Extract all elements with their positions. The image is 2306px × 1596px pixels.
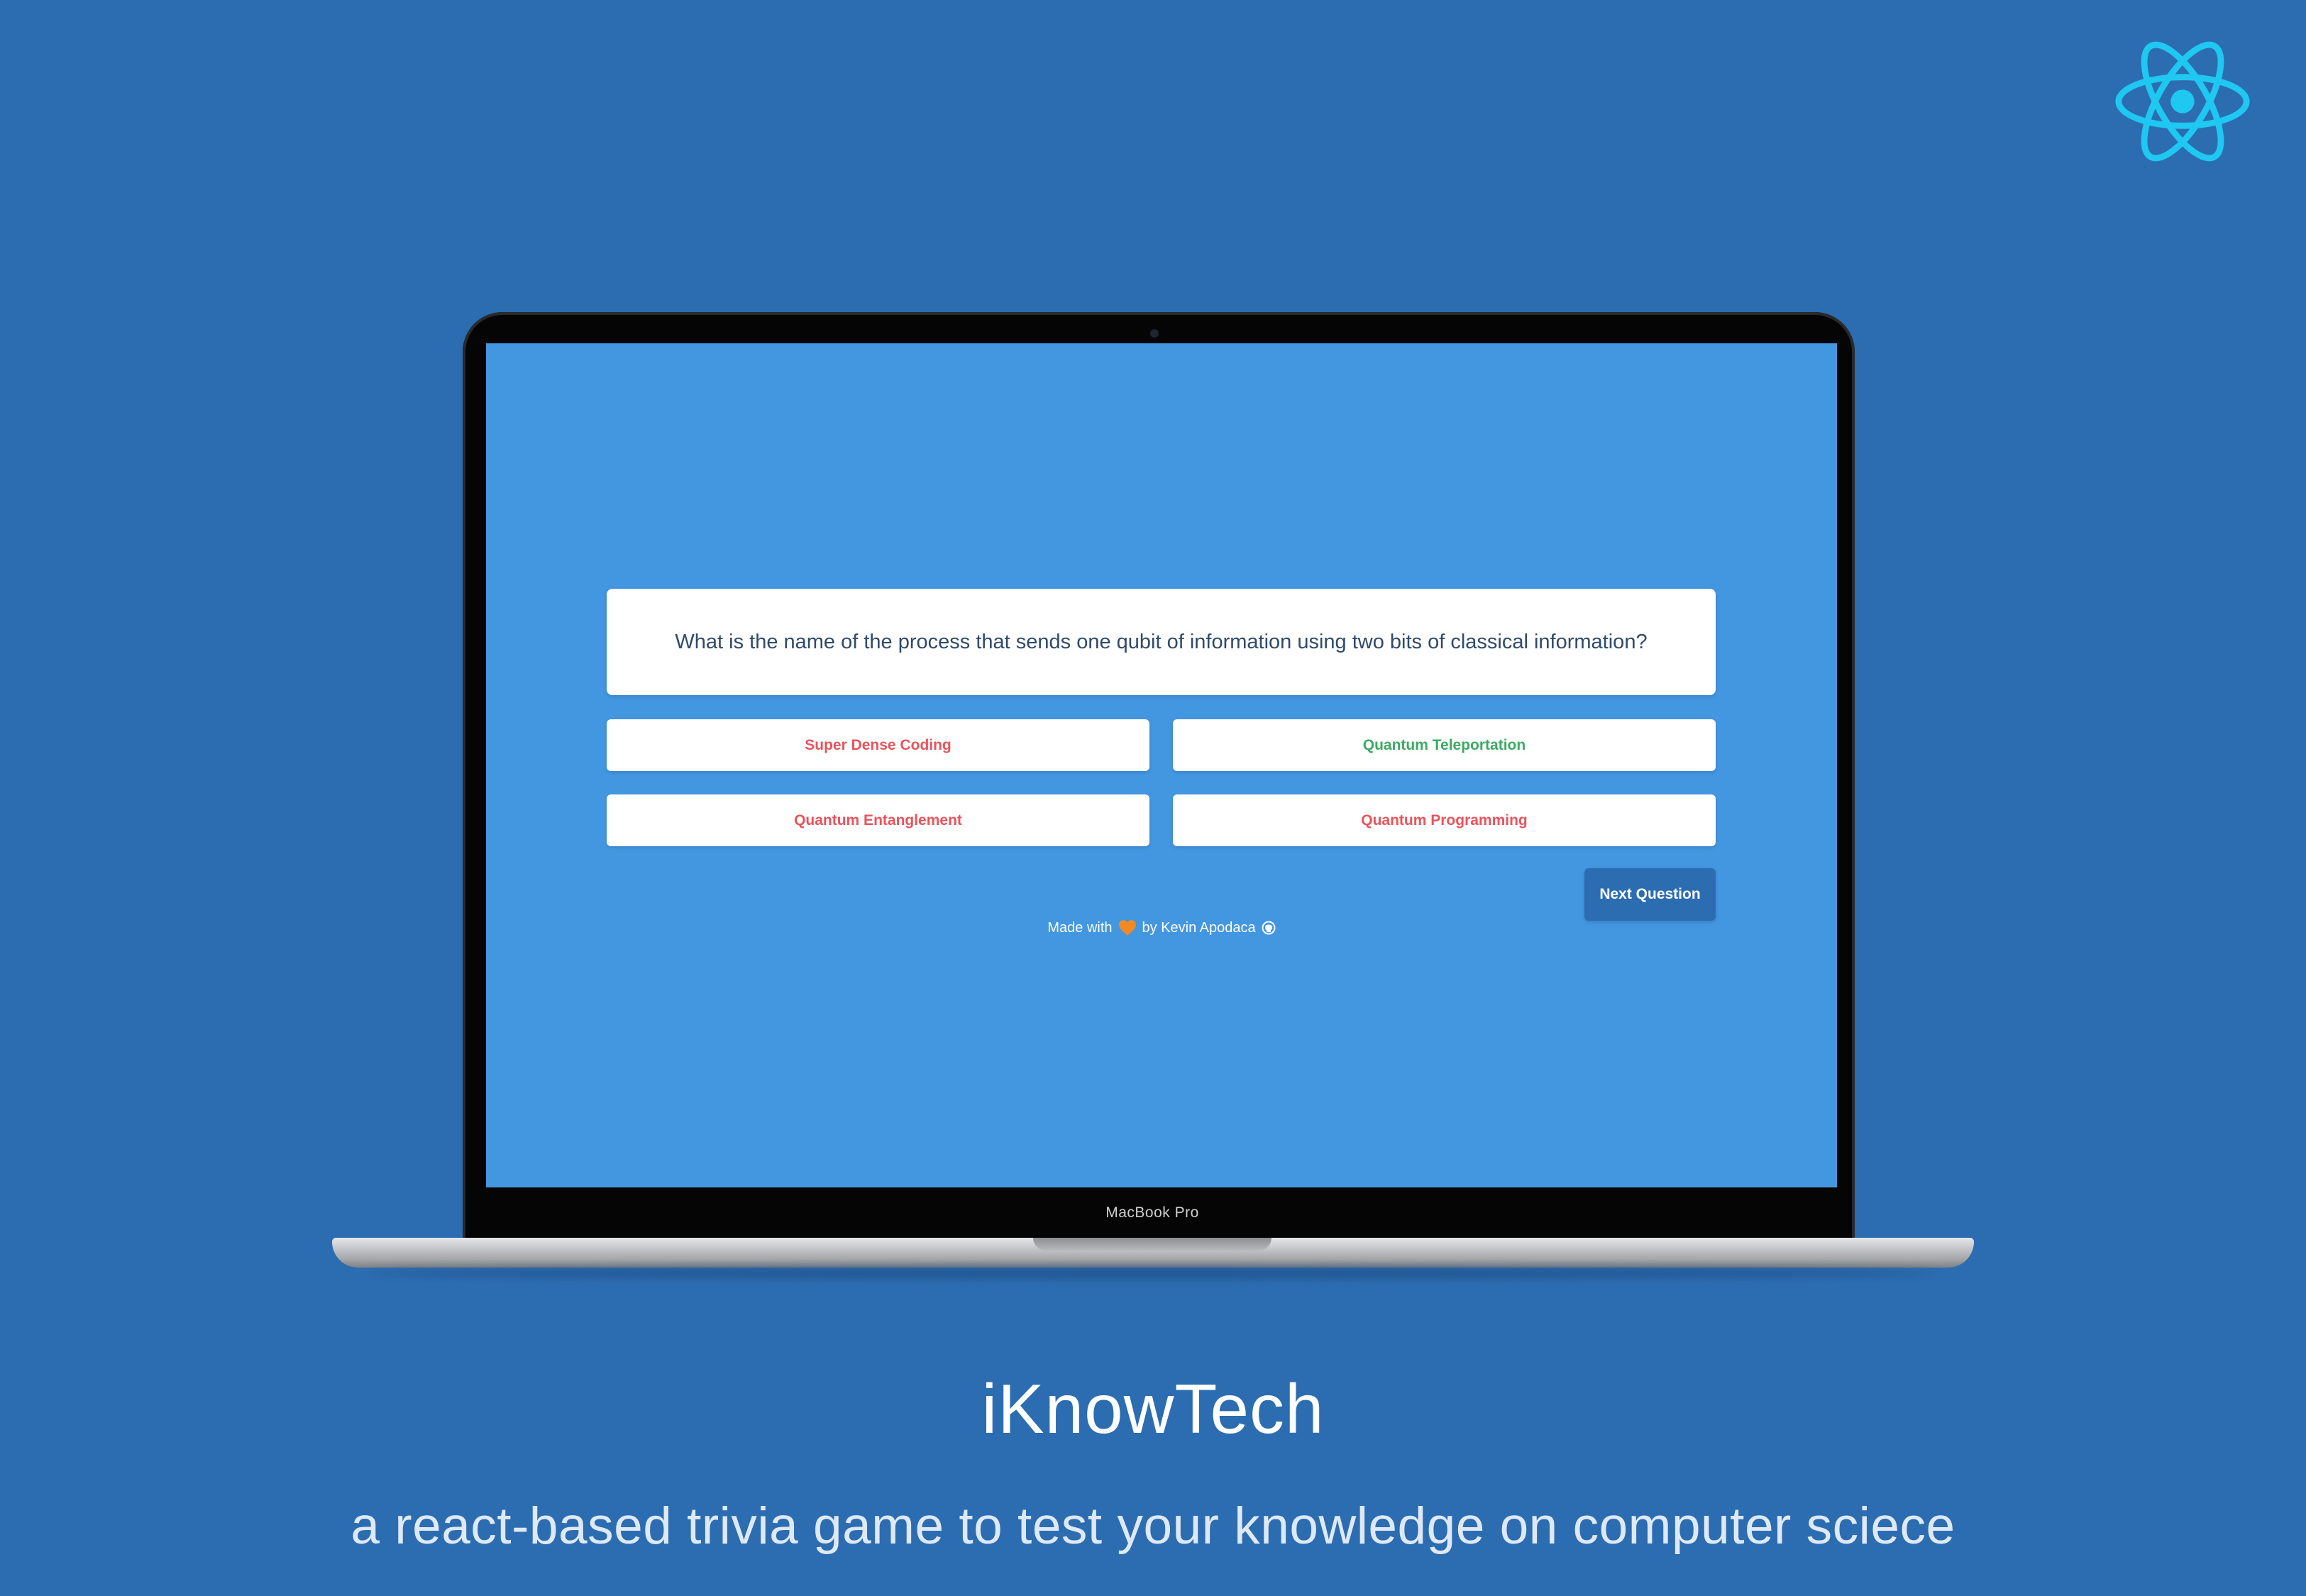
- promo-subtitle: a react-based trivia game to test your k…: [351, 1497, 1955, 1555]
- author-link[interactable]: by Kevin Apodaca: [1142, 920, 1256, 936]
- laptop-mockup: What is the name of the process that sen…: [0, 0, 2306, 1312]
- question-card: What is the name of the process that sen…: [607, 589, 1716, 695]
- camera-icon: [1150, 329, 1159, 338]
- footer-credit: Made with by Kevin Apodaca: [486, 919, 1837, 936]
- device-label: MacBook Pro: [1105, 1204, 1199, 1221]
- laptop-shadow: [369, 1268, 1937, 1279]
- made-with-text: Made with: [1047, 919, 1113, 936]
- answer-button-2[interactable]: Quantum Teleportation: [1173, 719, 1716, 771]
- answer-button-3[interactable]: Quantum Entanglement: [607, 794, 1149, 846]
- laptop-notch: [1033, 1238, 1271, 1251]
- next-question-button[interactable]: Next Question: [1584, 868, 1716, 921]
- orange-heart-icon: [1118, 920, 1136, 936]
- question-text: What is the name of the process that sen…: [675, 630, 1648, 653]
- github-icon[interactable]: [1262, 921, 1276, 935]
- answer-button-1[interactable]: Super Dense Coding: [607, 719, 1149, 771]
- app-screen: What is the name of the process that sen…: [486, 343, 1837, 1187]
- promo-title: iKnowTech: [981, 1370, 1325, 1448]
- answer-button-4[interactable]: Quantum Programming: [1173, 794, 1716, 846]
